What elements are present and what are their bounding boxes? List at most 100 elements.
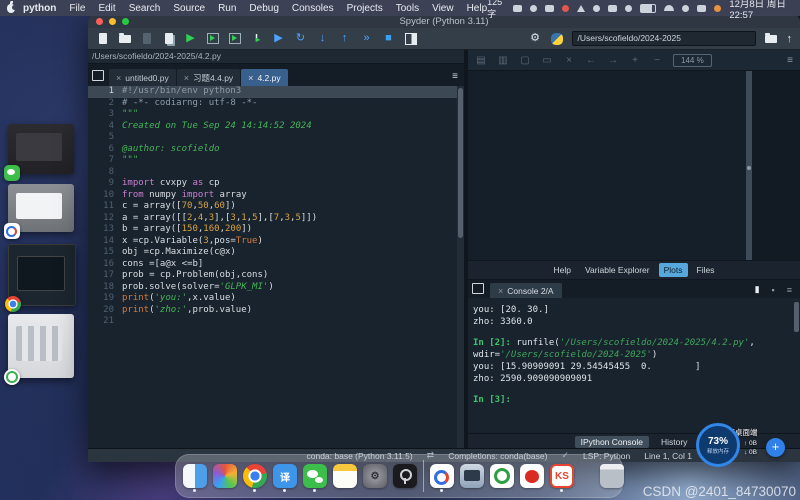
menu-projects[interactable]: Projects (347, 3, 383, 14)
console-output[interactable]: you: [20. 30.]zho: 3360.0In [2]: runfile… (473, 304, 790, 433)
console-inspect-icon[interactable]: ▪ (772, 285, 775, 295)
zoom-in-icon[interactable]: + (629, 55, 641, 66)
console-scrollbar[interactable] (794, 302, 799, 332)
remove-plot-icon[interactable]: ▭ (541, 55, 553, 66)
dock-item-preview[interactable] (460, 464, 484, 488)
parent-directory-icon[interactable]: ↑ (787, 33, 793, 45)
dock-item-trash[interactable] (600, 464, 624, 488)
python-env-icon[interactable] (551, 33, 563, 45)
dock-item-settings[interactable]: ⚙ (363, 464, 387, 488)
tab-history[interactable]: History (655, 436, 693, 448)
window-thumbnail-1[interactable] (8, 124, 74, 174)
columns-icon[interactable] (608, 5, 617, 12)
menu-help[interactable]: Help (467, 3, 488, 14)
preferences-icon[interactable]: ⚙ (529, 32, 542, 45)
control-center-icon[interactable] (697, 5, 706, 12)
microphone-icon[interactable] (530, 5, 537, 12)
next-plot-icon[interactable]: → (607, 55, 619, 66)
menu-source[interactable]: Source (173, 3, 205, 14)
browse-directory-icon[interactable] (765, 35, 777, 43)
save-all-icon[interactable] (162, 32, 175, 45)
run-selection-icon[interactable]: I (250, 32, 263, 45)
tab-ipython-console[interactable]: IPython Console (575, 436, 649, 448)
editor-options-icon[interactable]: ≡ (452, 71, 464, 86)
plots-options-icon[interactable]: ≡ (787, 55, 793, 66)
dock-item-greenring[interactable] (490, 464, 514, 488)
dock-item-translate[interactable]: 译 (273, 464, 297, 488)
battery-icon[interactable] (640, 4, 656, 13)
step-into-icon[interactable]: ↓ (316, 32, 329, 45)
save-all-plots-icon[interactable]: ▥ (497, 55, 509, 66)
editor-tab-untitled0.py[interactable]: ×untitled0.py (109, 69, 176, 86)
editor-tab-4.2.py[interactable]: ×4.2.py (241, 69, 287, 86)
plots-zoom-level[interactable]: 144 % (673, 54, 712, 67)
window-thumbnail-4[interactable] (8, 314, 74, 378)
browse-consoles-icon[interactable] (472, 283, 484, 294)
dock-item-wechat[interactable] (303, 464, 327, 488)
window-thumbnail-3[interactable] (8, 244, 76, 306)
save-plot-icon[interactable]: ▤ (475, 55, 487, 66)
menu-python[interactable]: python (23, 3, 56, 14)
menu-file[interactable]: File (69, 3, 85, 14)
menu-consoles[interactable]: Consoles (292, 3, 334, 14)
code-editor[interactable]: 1#!/usr/bin/env python32# -*- codiarng: … (88, 86, 457, 448)
interrupt-kernel-icon[interactable]: ▮ (755, 284, 760, 295)
maximize-pane-icon[interactable] (404, 32, 417, 45)
remove-all-plots-icon[interactable]: × (563, 55, 575, 66)
dock-item-finder[interactable] (183, 464, 207, 488)
zoom-out-icon[interactable]: − (651, 55, 663, 66)
browse-tabs-icon[interactable] (92, 70, 104, 81)
stop-icon[interactable]: ■ (382, 32, 395, 45)
shapes-icon[interactable] (577, 5, 585, 12)
previous-plot-icon[interactable]: ← (585, 55, 597, 66)
dock-item-ks[interactable]: KS (550, 464, 574, 488)
menu-debug[interactable]: Debug (249, 3, 278, 14)
menu-edit[interactable]: Edit (98, 3, 115, 14)
step-out-icon[interactable]: ↑ (338, 32, 351, 45)
add-button[interactable]: + (766, 438, 785, 457)
step-over-icon[interactable]: ↻ (294, 32, 307, 45)
console-tab[interactable]: × Console 2/A (490, 283, 562, 298)
console-options-icon[interactable]: ≡ (787, 285, 792, 295)
dock-item-redapple[interactable] (520, 464, 544, 488)
menu-search[interactable]: Search (129, 3, 161, 14)
record-icon[interactable] (562, 5, 569, 12)
continue-icon[interactable]: » (360, 32, 373, 45)
bluetooth-icon[interactable] (625, 5, 632, 12)
dock-item-cloudapp[interactable] (430, 464, 454, 488)
run-cell-advance-icon[interactable] (228, 32, 241, 45)
dock-item-keychain[interactable] (393, 464, 417, 488)
dock-item-launchpad[interactable] (213, 464, 237, 488)
copy-plot-icon[interactable]: ▢ (519, 55, 531, 66)
cloud-icon[interactable] (593, 5, 600, 12)
tab-variable-explorer[interactable]: Variable Explorer (580, 263, 655, 277)
memory-cleaner-widget[interactable]: 73% 释放内存 (696, 423, 740, 467)
close-tab-icon[interactable]: × (116, 73, 121, 83)
keyboard-icon[interactable] (545, 5, 554, 12)
menu-tools[interactable]: Tools (396, 3, 419, 14)
close-tab-icon[interactable]: × (184, 73, 189, 83)
window-thumbnail-2[interactable] (8, 184, 74, 232)
debug-icon[interactable]: ▶ (272, 32, 285, 45)
working-directory-input[interactable]: /Users/scofieldo/2024-2025 (572, 31, 756, 46)
tab-plots[interactable]: Plots (659, 263, 688, 277)
run-cell-icon[interactable] (206, 32, 219, 45)
tab-help[interactable]: Help (549, 263, 576, 277)
close-tab-icon[interactable]: × (248, 73, 253, 83)
open-file-icon[interactable] (118, 32, 131, 45)
dock-item-chrome[interactable] (243, 464, 267, 488)
screen-mirroring-icon[interactable] (513, 5, 522, 12)
tint-icon[interactable] (714, 5, 721, 12)
apple-menu-icon[interactable] (7, 4, 15, 13)
editor-scrollbar[interactable] (457, 86, 464, 448)
close-console-icon[interactable]: × (498, 286, 503, 296)
dock-item-notes[interactable] (333, 464, 357, 488)
input-method-indicator[interactable]: 125字 (487, 0, 505, 20)
search-icon[interactable] (682, 5, 689, 12)
menu-clock[interactable]: 12月8日 周日 22:57 (729, 0, 792, 21)
editor-tab-习题4.4.py[interactable]: ×习题4.4.py (177, 69, 240, 86)
new-file-icon[interactable] (96, 32, 109, 45)
run-icon[interactable]: ▶ (184, 32, 197, 45)
tab-files[interactable]: Files (692, 263, 720, 277)
menu-view[interactable]: View (432, 3, 454, 14)
